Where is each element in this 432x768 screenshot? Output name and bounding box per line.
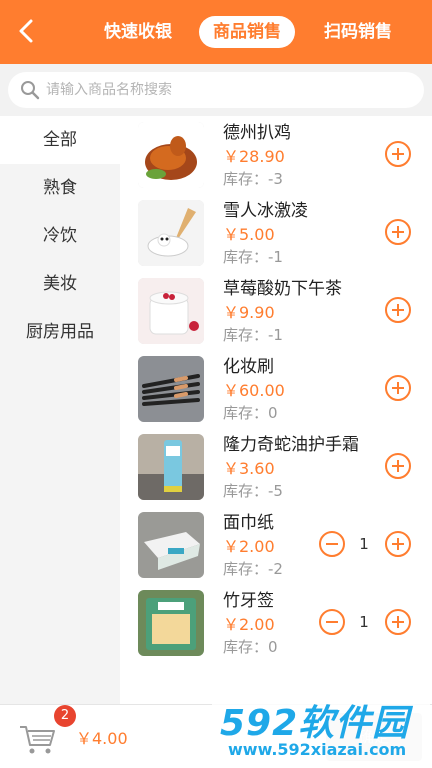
- product-name: 化妆刷: [223, 357, 274, 377]
- watermark-brand: 592软件园: [220, 703, 410, 744]
- product-image-roast-chicken: [138, 122, 204, 188]
- product-name: 面巾纸: [223, 513, 274, 533]
- product-stock: 库存：0: [223, 404, 278, 422]
- product-item: 德州扒鸡 ￥28.90 库存：-3: [120, 116, 432, 194]
- product-name: 雪人冰激凌: [223, 201, 308, 221]
- category-kitchen[interactable]: 厨房用品: [0, 308, 120, 356]
- search-icon: [21, 81, 40, 100]
- product-price: ￥2.00: [223, 537, 275, 556]
- product-item: 隆力奇蛇油护手霜 ￥3.60 库存：-5: [120, 428, 432, 506]
- minus-icon[interactable]: [318, 530, 346, 558]
- plus-icon[interactable]: [384, 140, 412, 168]
- product-price: ￥5.00: [223, 225, 275, 244]
- tab-product-sales[interactable]: 商品销售: [199, 16, 295, 48]
- search-input[interactable]: 请输入商品名称搜索: [8, 72, 424, 108]
- product-item: 草莓酸奶下午茶 ￥9.90 库存：-1: [120, 272, 432, 350]
- plus-icon[interactable]: [384, 296, 412, 324]
- category-all[interactable]: 全部: [0, 116, 120, 164]
- product-stock: 库存：-3: [223, 170, 283, 188]
- product-price: ￥60.00: [223, 381, 285, 400]
- product-item: 化妆刷 ￥60.00 库存：0: [120, 350, 432, 428]
- product-stock: 库存：-1: [223, 326, 283, 344]
- product-stock: 库存：0: [223, 638, 278, 656]
- shopping-cart-icon[interactable]: [18, 721, 56, 757]
- plus-icon[interactable]: [384, 608, 412, 636]
- search-bar: 请输入商品名称搜索: [0, 64, 432, 116]
- tab-scan-sales[interactable]: 扫码销售: [316, 16, 400, 48]
- product-image-toothpicks: [138, 590, 204, 656]
- product-name: 草莓酸奶下午茶: [223, 279, 342, 299]
- top-bar: 快速收银 商品销售 扫码销售: [0, 0, 432, 64]
- product-stock: 库存：-2: [223, 560, 283, 578]
- product-name: 德州扒鸡: [223, 123, 291, 143]
- product-stock: 库存：-5: [223, 482, 283, 500]
- product-price: ￥28.90: [223, 147, 285, 166]
- product-stock: 库存：-1: [223, 248, 283, 266]
- product-image-makeup-brush: [138, 356, 204, 422]
- plus-icon[interactable]: [384, 218, 412, 246]
- plus-icon[interactable]: [384, 452, 412, 480]
- watermark-logo: 592软件园 www.592xiazai.com: [212, 688, 430, 768]
- product-item: 面巾纸 ￥2.00 库存：-2 1: [120, 506, 432, 584]
- category-cosmetics[interactable]: 美妆: [0, 260, 120, 308]
- quantity-value: 1: [359, 535, 369, 553]
- product-price: ￥2.00: [223, 615, 275, 634]
- product-name: 隆力奇蛇油护手霜: [223, 435, 359, 455]
- product-price: ￥3.60: [223, 459, 275, 478]
- tab-quick-checkout[interactable]: 快速收银: [96, 16, 180, 48]
- product-image-tissue: [138, 512, 204, 578]
- product-item: 雪人冰激凌 ￥5.00 库存：-1: [120, 194, 432, 272]
- quantity-value: 1: [359, 613, 369, 631]
- product-item: 竹牙签 ￥2.00 库存：0 1: [120, 584, 432, 662]
- cart-count-badge: 2: [54, 705, 76, 727]
- back-arrow-icon[interactable]: [12, 16, 42, 46]
- product-price: ￥9.90: [223, 303, 275, 322]
- plus-icon[interactable]: [384, 374, 412, 402]
- category-cooked-food[interactable]: 熟食: [0, 164, 120, 212]
- product-image-ice-cream: [138, 200, 204, 266]
- category-cold-drinks[interactable]: 冷饮: [0, 212, 120, 260]
- search-placeholder: 请输入商品名称搜索: [46, 82, 172, 98]
- product-name: 竹牙签: [223, 591, 274, 611]
- category-sidebar: 全部 熟食 冷饮 美妆 厨房用品: [0, 116, 120, 704]
- watermark-url: www.592xiazai.com: [228, 740, 407, 759]
- product-image-strawberry-yogurt: [138, 278, 204, 344]
- product-list: 德州扒鸡 ￥28.90 库存：-3 雪人冰激凌 ￥5.00 库存：-1 草莓酸奶…: [120, 116, 432, 704]
- plus-icon[interactable]: [384, 530, 412, 558]
- cart-total: ￥4.00: [76, 729, 128, 748]
- product-image-hand-cream: [138, 434, 204, 500]
- minus-icon[interactable]: [318, 608, 346, 636]
